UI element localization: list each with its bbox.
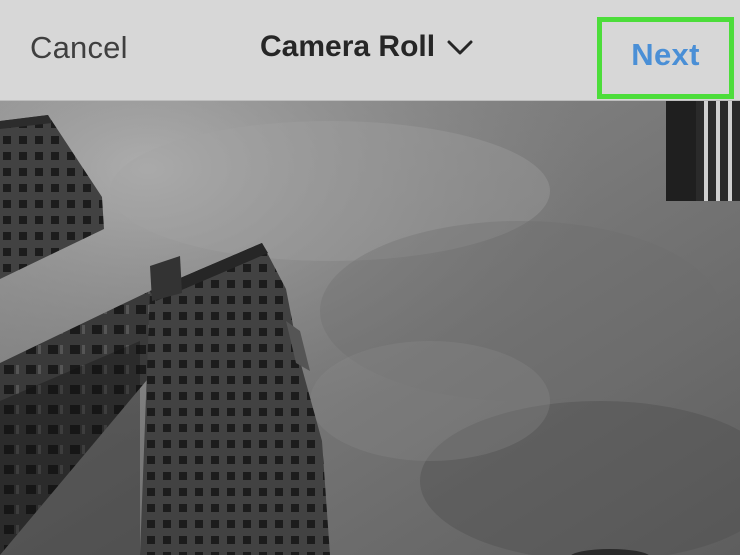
photo-picker-screen: Cancel Camera Roll Next (0, 0, 740, 555)
cancel-button[interactable]: Cancel (30, 30, 128, 66)
photo-image (0, 101, 740, 555)
next-button[interactable]: Next (631, 37, 699, 73)
photo-preview[interactable] (0, 101, 740, 555)
album-selector[interactable]: Camera Roll (260, 30, 473, 64)
top-navigation-bar: Cancel Camera Roll Next (0, 0, 740, 101)
chevron-down-icon (447, 40, 473, 55)
next-button-highlight[interactable]: Next (597, 17, 734, 99)
album-title: Camera Roll (260, 30, 436, 63)
